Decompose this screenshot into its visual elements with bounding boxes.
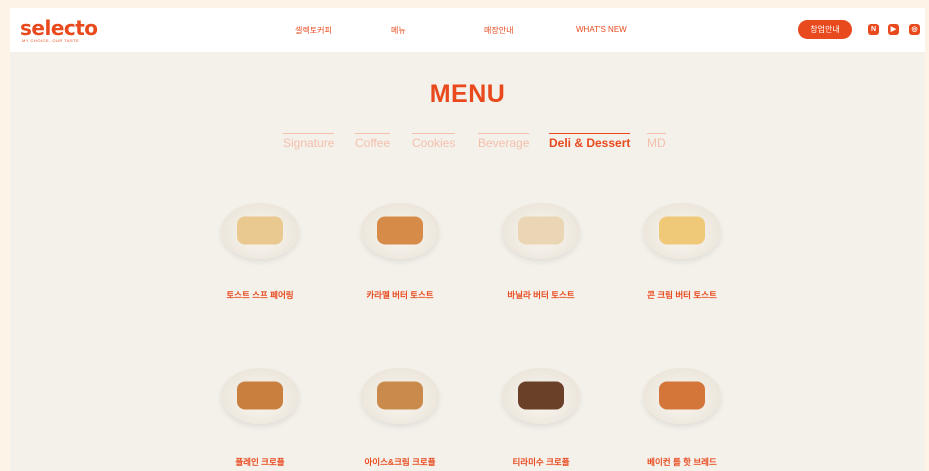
menu-item-image[interactable] — [502, 203, 580, 259]
food-image — [518, 381, 564, 410]
tab-cookies[interactable]: Cookies — [412, 133, 456, 150]
tab-md[interactable]: MD — [647, 133, 666, 150]
page-title: MENU — [429, 80, 506, 108]
food-image — [518, 216, 564, 245]
menu-item-image[interactable] — [643, 203, 721, 259]
menu-item-image[interactable] — [361, 203, 439, 259]
menu-item-name[interactable]: 아이스&크림 크로플 — [330, 456, 470, 468]
food-image — [659, 216, 705, 245]
site-header: selecto MY CHOICE, OUR TASTE 셀렉토커피 메뉴 매장… — [10, 8, 925, 52]
nav-item-menu[interactable]: 메뉴 — [391, 25, 406, 36]
youtube-icon[interactable]: ▶ — [888, 24, 899, 35]
tab-deli-dessert[interactable]: Deli & Dessert — [549, 133, 631, 150]
tab-signature[interactable]: Signature — [283, 133, 335, 150]
food-image — [237, 216, 283, 245]
menu-item-name[interactable]: 토스트 스프 페어링 — [190, 289, 330, 301]
nav-item-stores[interactable]: 매장안내 — [484, 25, 513, 36]
instagram-icon[interactable]: ◎ — [909, 24, 920, 35]
tab-beverage[interactable]: Beverage — [478, 133, 530, 150]
nav-item-whats-new[interactable]: WHAT'S NEW — [576, 25, 627, 34]
menu-item-image[interactable] — [361, 368, 439, 424]
food-image — [237, 381, 283, 410]
tab-coffee[interactable]: Coffee — [355, 133, 391, 150]
brand-logo[interactable]: selecto — [20, 16, 98, 40]
naver-blog-icon[interactable]: N — [868, 24, 879, 35]
menu-item-name[interactable]: 티라미수 크로플 — [471, 456, 611, 468]
food-image — [377, 381, 423, 410]
menu-item-name[interactable]: 베이컨 롤 핫 브레드 — [612, 456, 752, 468]
menu-item-name[interactable]: 바닐라 버터 토스트 — [471, 289, 611, 301]
menu-item-name[interactable]: 카라멜 버터 토스트 — [330, 289, 470, 301]
food-image — [377, 216, 423, 245]
menu-item-image[interactable] — [221, 368, 299, 424]
menu-item-image[interactable] — [643, 368, 721, 424]
menu-item-image[interactable] — [502, 368, 580, 424]
brand-tagline: MY CHOICE, OUR TASTE — [22, 38, 80, 43]
nav-item-selecto-coffee[interactable]: 셀렉토커피 — [295, 25, 332, 36]
menu-item-name[interactable]: 콘 크림 버터 토스트 — [612, 289, 752, 301]
food-image — [659, 381, 705, 410]
menu-item-name[interactable]: 플레인 크로플 — [190, 456, 330, 468]
page-frame: selecto MY CHOICE, OUR TASTE 셀렉토커피 메뉴 매장… — [10, 8, 925, 471]
menu-item-image[interactable] — [221, 203, 299, 259]
franchise-inquiry-button[interactable]: 창업안내 — [798, 20, 852, 39]
